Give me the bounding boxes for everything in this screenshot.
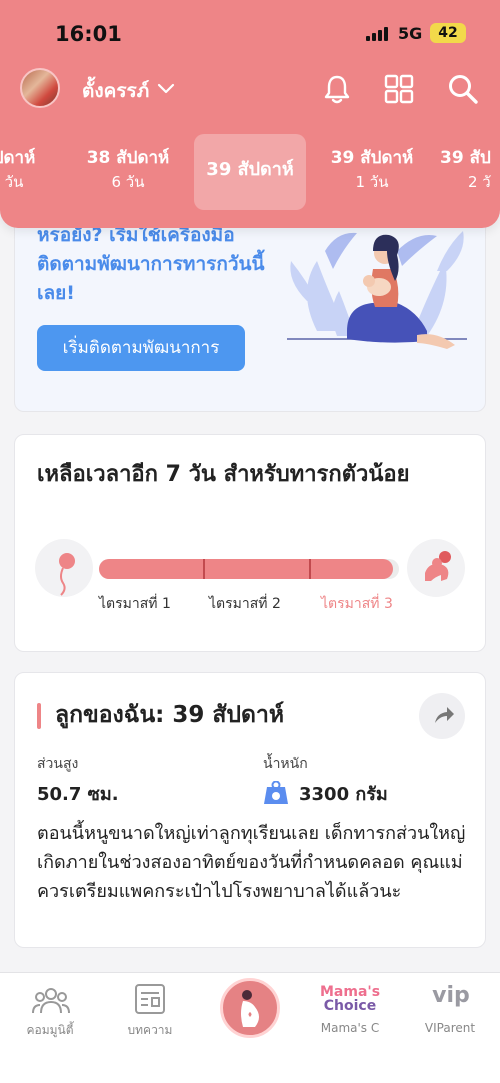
start-tracking-button[interactable]: เริ่มติดตามพัฒนาการ — [37, 325, 245, 371]
bottom-nav: คอมมูนิตี้ บทความ Mama's Choice Mama's C … — [0, 972, 500, 1083]
status-bar: 16:01 5G 42 — [0, 20, 500, 48]
baby-description: ตอนนี้หนูขนาดใหญ่เท่าลูกทุเรียนเลย เด็กท… — [37, 823, 466, 902]
status-time: 16:01 — [55, 22, 122, 46]
nav-mamas-choice[interactable]: Mama's Choice Mama's C — [300, 973, 400, 1053]
week-tab[interactable]: ปดาห์วัน — [0, 134, 58, 210]
nav-viparent-label: VIParent — [424, 1021, 476, 1035]
trimester-divider — [203, 559, 205, 579]
bell-icon[interactable] — [320, 72, 354, 106]
app-header: 16:01 5G 42 ตั้งครรภ์ ปดาห์วัน 38 สัปดาห… — [0, 0, 500, 228]
baby-card-title: ลูกของฉัน: 39 สัปดาห์ — [55, 702, 285, 728]
top-bar: ตั้งครรภ์ — [0, 64, 500, 114]
baby-icon — [407, 539, 465, 597]
scale-icon — [264, 781, 288, 804]
week-selector: ปดาห์วัน 38 สัปดาห์6 วัน 39 สัปดาห์ 39 ส… — [0, 134, 500, 210]
promo-text: หรอยัง? เริ่มใช้เครื่องมือติดตามพัฒนาการ… — [37, 224, 265, 304]
nav-mamas-choice-label: Mama's C — [320, 1021, 380, 1035]
search-icon[interactable] — [446, 72, 480, 106]
nav-community[interactable]: คอมมูนิตี้ — [0, 973, 100, 1053]
avatar[interactable] — [20, 68, 60, 108]
network-type: 5G — [398, 24, 423, 43]
baby-size-card: ลูกของฉัน: 39 สัปดาห์ ส่วนสูง 50.7 ซม. น… — [14, 672, 486, 948]
chevron-down-icon[interactable] — [156, 78, 176, 98]
week-tab-selected[interactable]: 39 สัปดาห์ — [194, 134, 306, 210]
battery-icon: 42 — [430, 23, 466, 43]
profile-name[interactable]: ตั้งครรภ์ — [82, 76, 149, 106]
week-tab[interactable]: 38 สัปดาห์ 6 วัน — [72, 134, 184, 210]
title-accent — [37, 703, 41, 729]
countdown-title: เหลือเวลาอีก 7 วัน สำหรับทารกตัวน้อย — [37, 462, 410, 487]
height-label: ส่วนสูง — [37, 756, 79, 772]
sperm-icon — [35, 539, 93, 597]
pregnancy-home-button[interactable] — [220, 978, 280, 1038]
nav-articles[interactable]: บทความ — [100, 973, 200, 1053]
article-icon — [135, 984, 165, 1014]
mother-baby-illustration — [287, 231, 467, 349]
community-icon — [32, 988, 70, 1014]
trimester-divider — [309, 559, 311, 579]
countdown-card: เหลือเวลาอีก 7 วัน สำหรับทารกตัวน้อย ไตร… — [14, 434, 486, 652]
grid-icon[interactable] — [382, 72, 416, 106]
trimester-1-label: ไตรมาสที่ 1 — [99, 596, 171, 612]
trimester-3-label: ไตรมาสที่ 3 — [321, 596, 393, 612]
signal-icon — [366, 27, 388, 41]
nav-viparent[interactable]: vip VIParent — [400, 973, 500, 1053]
weight-value: 3300 กรัม — [299, 784, 388, 805]
height-value: 50.7 ซม. — [37, 784, 119, 805]
vip-logo: vip — [432, 983, 470, 1008]
mamas-choice-logo: Mama's Choice — [320, 984, 381, 1014]
progress-fill — [99, 559, 393, 579]
week-tab[interactable]: 39 สัปดาห์ 1 วัน — [316, 134, 428, 210]
share-icon — [435, 707, 454, 723]
weight-label: น้ำหนัก — [263, 756, 308, 772]
pregnant-mother-icon — [241, 990, 259, 1027]
pregnancy-progress-bar — [99, 559, 399, 579]
share-button[interactable] — [419, 693, 465, 739]
week-tab[interactable]: 39 สัป 2 วั — [440, 134, 500, 210]
nav-community-label: คอมมูนิตี้ — [26, 1023, 74, 1037]
trimester-2-label: ไตรมาสที่ 2 — [209, 596, 281, 612]
nav-articles-label: บทความ — [127, 1023, 173, 1037]
